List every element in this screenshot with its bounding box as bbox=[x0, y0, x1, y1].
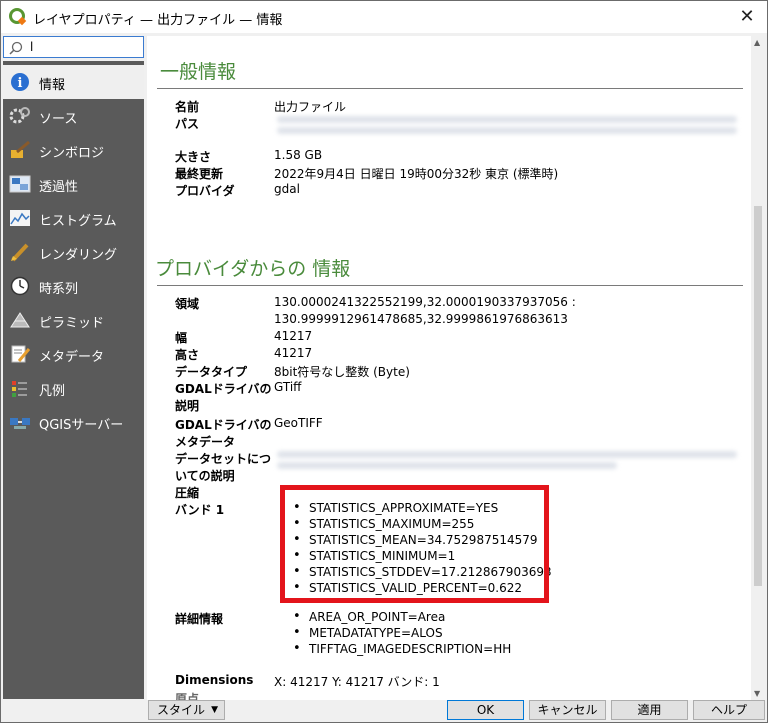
sidebar-item-metadata[interactable]: メタデータ bbox=[3, 337, 144, 371]
dimensions-label: Dimensions bbox=[175, 673, 254, 687]
dimensions-value: X: 41217 Y: 41217 バンド: 1 bbox=[274, 675, 440, 689]
size-label: 大きさ bbox=[175, 150, 212, 164]
gdal-description-label: GDALドライバの bbox=[175, 382, 272, 396]
search-value: l bbox=[30, 40, 34, 54]
sidebar-item-label: ヒストグラム bbox=[39, 214, 117, 229]
redacted-path bbox=[277, 116, 737, 123]
cutoff-label: 原点 bbox=[175, 692, 200, 700]
metadata-icon bbox=[11, 345, 31, 363]
redacted-path bbox=[277, 127, 737, 134]
scroll-up-icon[interactable]: ▲ bbox=[754, 38, 760, 47]
path-label: パス bbox=[175, 117, 200, 131]
divider bbox=[157, 88, 743, 89]
gdal-description-label: 説明 bbox=[175, 399, 200, 413]
vertical-scrollbar[interactable]: ▲ ▼ bbox=[751, 36, 765, 700]
source-icon bbox=[9, 107, 30, 124]
modified-label: 最終更新 bbox=[175, 167, 224, 181]
modified-value: 2022年9月4日 日曜日 19時00分32秒 東京 (標準時) bbox=[274, 167, 559, 181]
sidebar-item-label: 時系列 bbox=[39, 282, 79, 297]
sidebar-item-label: ソース bbox=[39, 112, 78, 127]
dataset-description-label: データセットにつ bbox=[175, 452, 272, 466]
sidebar-item-transparency[interactable]: 透過性 bbox=[3, 167, 144, 201]
detail-info-item: TIFFTAG_IMAGEDESCRIPTION=HH bbox=[293, 641, 511, 656]
gdal-description-value: GTiff bbox=[274, 380, 302, 394]
sidebar-item-source[interactable]: ソース bbox=[3, 99, 144, 133]
search-icon bbox=[9, 41, 23, 55]
ok-button[interactable]: OK bbox=[447, 700, 524, 720]
clock-icon bbox=[10, 276, 30, 296]
rendering-icon bbox=[11, 243, 29, 262]
window-title: レイヤプロパティ — 出力ファイル — 情報 bbox=[33, 13, 283, 28]
chevron-down-icon: ▼ bbox=[211, 705, 218, 715]
qgis-logo-icon bbox=[9, 8, 27, 26]
general-info-heading: 一般情報 bbox=[160, 61, 237, 83]
width-label: 幅 bbox=[175, 331, 188, 345]
dataset-description-label: いての説明 bbox=[175, 469, 235, 483]
sidebar-item-rendering[interactable]: レンダリング bbox=[3, 235, 144, 269]
detail-info-item: METADATATYPE=ALOS bbox=[293, 625, 443, 640]
sidebar-item-label: レンダリング bbox=[39, 248, 118, 263]
detail-info-item: AREA_OR_POINT=Area bbox=[293, 609, 445, 624]
redacted-description bbox=[277, 462, 617, 469]
symbology-icon bbox=[11, 140, 30, 158]
compression-label: 圧縮 bbox=[175, 486, 200, 500]
sidebar-item-label: シンボロジ bbox=[39, 146, 105, 161]
info-icon: i bbox=[11, 73, 29, 91]
detail-info-label: 詳細情報 bbox=[175, 612, 224, 626]
apply-button[interactable]: 適用 bbox=[611, 700, 688, 720]
sidebar: i 情報 ソース シンボロジ 透過性 ヒストグラム レンダリング 時系列 ピラミ… bbox=[3, 61, 144, 699]
provider-value: gdal bbox=[274, 182, 300, 196]
sidebar-item-qgis-server[interactable]: QGISサーバー bbox=[3, 405, 144, 439]
sidebar-item-label: QGISサーバー bbox=[39, 418, 124, 433]
sidebar-item-info[interactable]: i 情報 bbox=[3, 65, 144, 99]
provider-info-heading: プロバイダからの 情報 bbox=[155, 258, 351, 280]
scroll-down-icon[interactable]: ▼ bbox=[754, 689, 760, 698]
svg-text:i: i bbox=[18, 76, 23, 91]
sidebar-item-label: ピラミッド bbox=[39, 316, 105, 331]
sidebar-item-label: 凡例 bbox=[39, 384, 66, 399]
provider-label: プロバイダ bbox=[175, 184, 235, 198]
gdal-metadata-value: GeoTIFF bbox=[274, 416, 323, 430]
sidebar-item-legend[interactable]: 凡例 bbox=[3, 371, 144, 405]
sidebar-item-label: 透過性 bbox=[39, 180, 79, 195]
highlight-box bbox=[280, 485, 549, 603]
sidebar-item-histogram[interactable]: ヒストグラム bbox=[3, 201, 144, 235]
style-dropdown[interactable]: スタイル ▼ bbox=[148, 700, 225, 720]
height-label: 高さ bbox=[175, 348, 200, 362]
height-value: 41217 bbox=[274, 346, 313, 360]
band-label: バンド 1 bbox=[175, 503, 225, 517]
sidebar-item-symbology[interactable]: シンボロジ bbox=[3, 133, 144, 167]
size-value: 1.58 GB bbox=[274, 148, 323, 162]
cancel-button[interactable]: キャンセル bbox=[529, 700, 606, 720]
layer-properties-window: レイヤプロパティ — 出力ファイル — 情報 ✕ l i 情報 ソース シンボロ… bbox=[0, 0, 768, 723]
gdal-metadata-label: GDALドライバの bbox=[175, 418, 272, 432]
sidebar-item-temporal[interactable]: 時系列 bbox=[3, 269, 144, 303]
sidebar-item-label: 情報 bbox=[39, 78, 66, 93]
server-icon bbox=[10, 418, 30, 429]
extent-value-line2: 130.9999912961478685,32.9999861976863613 bbox=[274, 312, 568, 326]
redacted-description bbox=[277, 451, 737, 458]
search-input[interactable]: l bbox=[3, 36, 144, 58]
scrollbar-thumb[interactable] bbox=[754, 206, 762, 586]
close-icon[interactable]: ✕ bbox=[735, 5, 759, 29]
datatype-value: 8bit符号なし整数 (Byte) bbox=[274, 365, 410, 379]
extent-value-line1: 130.0000241322552199,32.0000190337937056… bbox=[274, 295, 576, 309]
divider bbox=[157, 285, 743, 286]
histogram-icon bbox=[10, 210, 30, 226]
width-value: 41217 bbox=[274, 329, 313, 343]
pyramid-icon bbox=[10, 312, 30, 328]
name-label: 名前 bbox=[175, 100, 200, 114]
datatype-label: データタイプ bbox=[175, 365, 248, 379]
button-bar: スタイル ▼ OK キャンセル 適用 ヘルプ bbox=[3, 700, 765, 722]
legend-icon bbox=[12, 381, 27, 397]
sidebar-item-label: メタデータ bbox=[39, 350, 105, 365]
name-value: 出力ファイル bbox=[274, 100, 347, 114]
sidebar-item-pyramids[interactable]: ピラミッド bbox=[3, 303, 144, 337]
style-label: スタイル bbox=[157, 703, 206, 717]
transparency-icon bbox=[9, 175, 31, 193]
title-bar: レイヤプロパティ — 出力ファイル — 情報 ✕ bbox=[1, 1, 767, 33]
gdal-metadata-label: メタデータ bbox=[175, 435, 236, 449]
extent-label: 領域 bbox=[175, 297, 200, 311]
help-button[interactable]: ヘルプ bbox=[693, 700, 765, 720]
